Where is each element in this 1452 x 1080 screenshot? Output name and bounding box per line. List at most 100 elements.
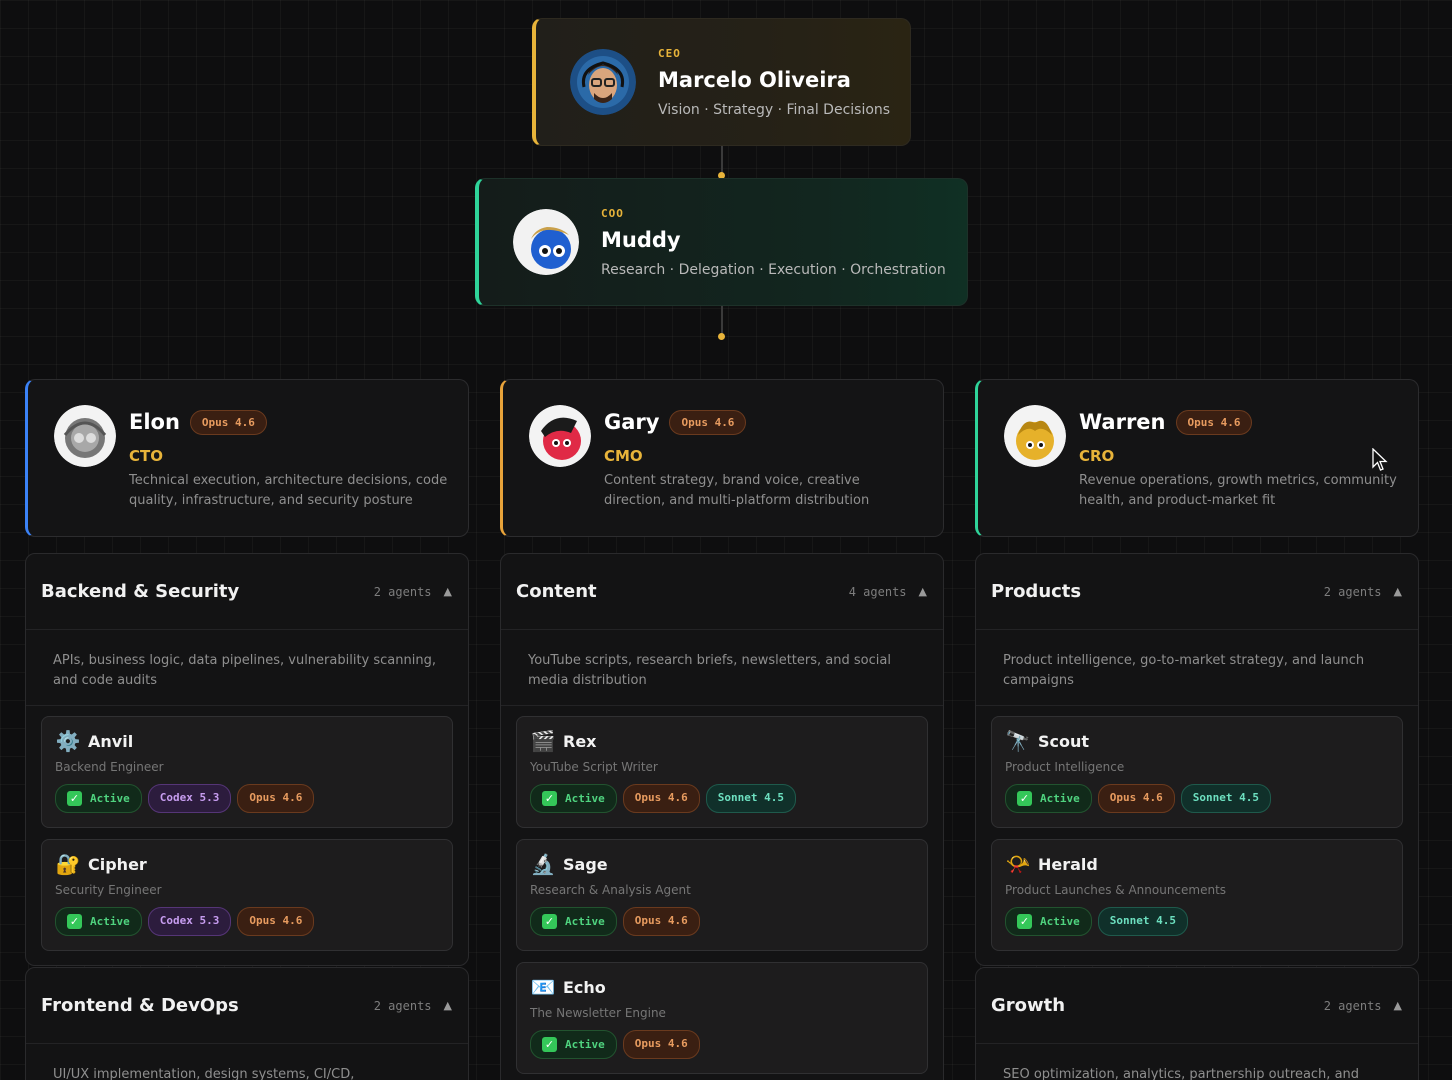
model-badge: Opus 4.6 xyxy=(669,409,747,435)
coo-card[interactable]: COO Muddy Research · Delegation · Execut… xyxy=(475,178,968,306)
dept-name: Backend & Security xyxy=(41,581,240,602)
model-badge: Opus 4.6 xyxy=(622,784,700,813)
head-card-cro[interactable]: Warren Opus 4.6 CRO Revenue operations, … xyxy=(975,379,1419,537)
dept-count-wrap: 2 agents ▲ xyxy=(1324,585,1402,599)
check-icon: ✓ xyxy=(67,791,82,806)
dept-description: Product intelligence, go-to-market strat… xyxy=(976,630,1418,706)
model-badge: Opus 4.6 xyxy=(237,784,315,813)
agent-header: 📯 Herald xyxy=(1005,852,1389,876)
collapse-icon[interactable]: ▲ xyxy=(1394,999,1402,1012)
head-name: Elon xyxy=(129,410,180,434)
agent-badges: ✓ Active Opus 4.6 xyxy=(530,907,914,936)
dept-header[interactable]: Frontend & DevOps 2 agents ▲ xyxy=(26,968,468,1044)
status-badge: ✓ Active xyxy=(530,1030,617,1059)
agent-card[interactable]: 🔬 Sage Research & Analysis Agent ✓ Active Opu… xyxy=(516,839,928,951)
dept-header[interactable]: Products 2 agents ▲ xyxy=(976,554,1418,630)
agent-count: 4 agents xyxy=(848,584,907,599)
model-badge: Opus 4.6 xyxy=(1097,784,1175,813)
status-label: Active xyxy=(565,1038,605,1051)
dept-description: UI/UX implementation, design systems, CI… xyxy=(26,1044,468,1080)
agent-role: The Newsletter Engine xyxy=(530,1006,666,1020)
status-badge: ✓ Active xyxy=(1005,784,1092,813)
dept-header[interactable]: Content 4 agents ▲ xyxy=(501,554,943,630)
ceo-name: Marcelo Oliveira xyxy=(658,67,851,92)
dept-panel-content: Content 4 agents ▲ YouTube scripts, researc… xyxy=(500,553,944,1080)
dept-count-wrap: 2 agents ▲ xyxy=(374,999,452,1013)
model-badge: Codex 5.3 xyxy=(147,784,232,813)
model-badge: Opus 4.6 xyxy=(1175,409,1253,435)
agent-card[interactable]: 🔭 Scout Product Intelligence ✓ Active Opus 4.… xyxy=(991,716,1403,828)
lock-icon: 🔐 xyxy=(55,852,81,876)
coo-name: Muddy xyxy=(601,227,681,252)
agent-name: Scout xyxy=(1038,731,1090,751)
check-icon: ✓ xyxy=(542,1037,557,1052)
dept-count-wrap: 4 agents ▲ xyxy=(849,585,927,599)
check-icon: ✓ xyxy=(542,791,557,806)
connector-dot xyxy=(718,333,725,340)
connector-line xyxy=(721,306,723,336)
agent-list: 🎬 Rex YouTube Script Writer ✓ Active Opus 4.6… xyxy=(501,706,943,1080)
check-icon: ✓ xyxy=(1017,791,1032,806)
collapse-icon[interactable]: ▲ xyxy=(444,999,452,1012)
agent-list: ⚙️ Anvil Backend Engineer ✓ Active Codex 5.3 O… xyxy=(26,706,468,965)
ceo-card[interactable]: CEO Marcelo Oliveira Vision · Strategy ·… xyxy=(532,18,911,146)
dept-count-wrap: 2 agents ▲ xyxy=(1324,999,1402,1013)
collapse-icon[interactable]: ▲ xyxy=(444,585,452,598)
agent-name: Echo xyxy=(563,977,606,997)
model-badge: Codex 5.3 xyxy=(147,907,232,936)
agent-card[interactable]: ⚙️ Anvil Backend Engineer ✓ Active Codex 5.3 O… xyxy=(41,716,453,828)
dept-name: Content xyxy=(516,581,597,602)
head-name: Warren xyxy=(1079,410,1166,434)
coo-role: COO xyxy=(601,206,624,220)
agent-list: 🔭 Scout Product Intelligence ✓ Active Opus 4.… xyxy=(976,706,1418,965)
dept-name: Frontend & DevOps xyxy=(41,995,239,1016)
agent-header: 🎬 Rex xyxy=(530,729,914,753)
microscope-icon: 🔬 xyxy=(530,852,556,876)
ceo-avatar xyxy=(570,49,636,115)
agent-role: Product Launches & Announcements xyxy=(1005,883,1227,897)
collapse-icon[interactable]: ▲ xyxy=(1394,585,1402,598)
dept-name: Products xyxy=(991,581,1082,602)
agent-badges: ✓ Active Sonnet 4.5 xyxy=(1005,907,1389,936)
agent-card[interactable]: 📧 Echo The Newsletter Engine ✓ Active Opus 4.… xyxy=(516,962,928,1074)
head-card-cmo[interactable]: Gary Opus 4.6 CMO Content strategy, bran… xyxy=(500,379,944,537)
head-title: CRO xyxy=(1079,447,1115,465)
head-title: CMO xyxy=(604,447,643,465)
check-icon: ✓ xyxy=(1017,914,1032,929)
status-badge: ✓ Active xyxy=(1005,907,1092,936)
agent-name: Cipher xyxy=(88,854,147,874)
dept-count-wrap: 2 agents ▲ xyxy=(374,585,452,599)
coo-avatar xyxy=(513,209,579,275)
agent-count: 2 agents xyxy=(373,584,432,599)
agent-header: 🔐 Cipher xyxy=(55,852,439,876)
ceo-description: Vision · Strategy · Final Decisions xyxy=(658,101,891,118)
dept-header[interactable]: Growth 2 agents ▲ xyxy=(976,968,1418,1044)
agent-header: 📧 Echo xyxy=(530,975,914,999)
agent-card[interactable]: 🎬 Rex YouTube Script Writer ✓ Active Opus 4.6… xyxy=(516,716,928,828)
model-badge: Sonnet 4.5 xyxy=(705,784,796,813)
dept-description: SEO optimization, analytics, partnership… xyxy=(976,1044,1418,1080)
dept-header[interactable]: Backend & Security 2 agents ▲ xyxy=(26,554,468,630)
agent-role: Research & Analysis Agent xyxy=(530,883,691,897)
dept-description: YouTube scripts, research briefs, newsle… xyxy=(501,630,943,706)
agent-card[interactable]: 🔐 Cipher Security Engineer ✓ Active Codex 5.3… xyxy=(41,839,453,951)
agent-badges: ✓ Active Opus 4.6 Sonnet 4.5 xyxy=(530,784,914,813)
model-badge: Opus 4.6 xyxy=(237,907,315,936)
dept-panel-products: Products 2 agents ▲ Product intelligence, g… xyxy=(975,553,1419,966)
agent-role: YouTube Script Writer xyxy=(530,760,658,774)
status-label: Active xyxy=(1040,915,1080,928)
ceo-role: CEO xyxy=(658,46,681,60)
agent-header: ⚙️ Anvil xyxy=(55,729,439,753)
head-card-cto[interactable]: Elon Opus 4.6 CTO Technical execution, a… xyxy=(25,379,469,537)
cmo-avatar xyxy=(529,405,591,467)
agent-card[interactable]: 📯 Herald Product Launches & Announcements ✓… xyxy=(991,839,1403,951)
model-badge: Opus 4.6 xyxy=(622,907,700,936)
status-label: Active xyxy=(90,915,130,928)
agent-badges: ✓ Active Opus 4.6 Sonnet 4.5 xyxy=(1005,784,1389,813)
collapse-icon[interactable]: ▲ xyxy=(919,585,927,598)
agent-header: 🔭 Scout xyxy=(1005,729,1389,753)
clapper-icon: 🎬 xyxy=(530,729,556,753)
head-name: Gary xyxy=(604,410,660,434)
agent-count: 2 agents xyxy=(1323,584,1382,599)
agent-name: Anvil xyxy=(88,731,134,751)
